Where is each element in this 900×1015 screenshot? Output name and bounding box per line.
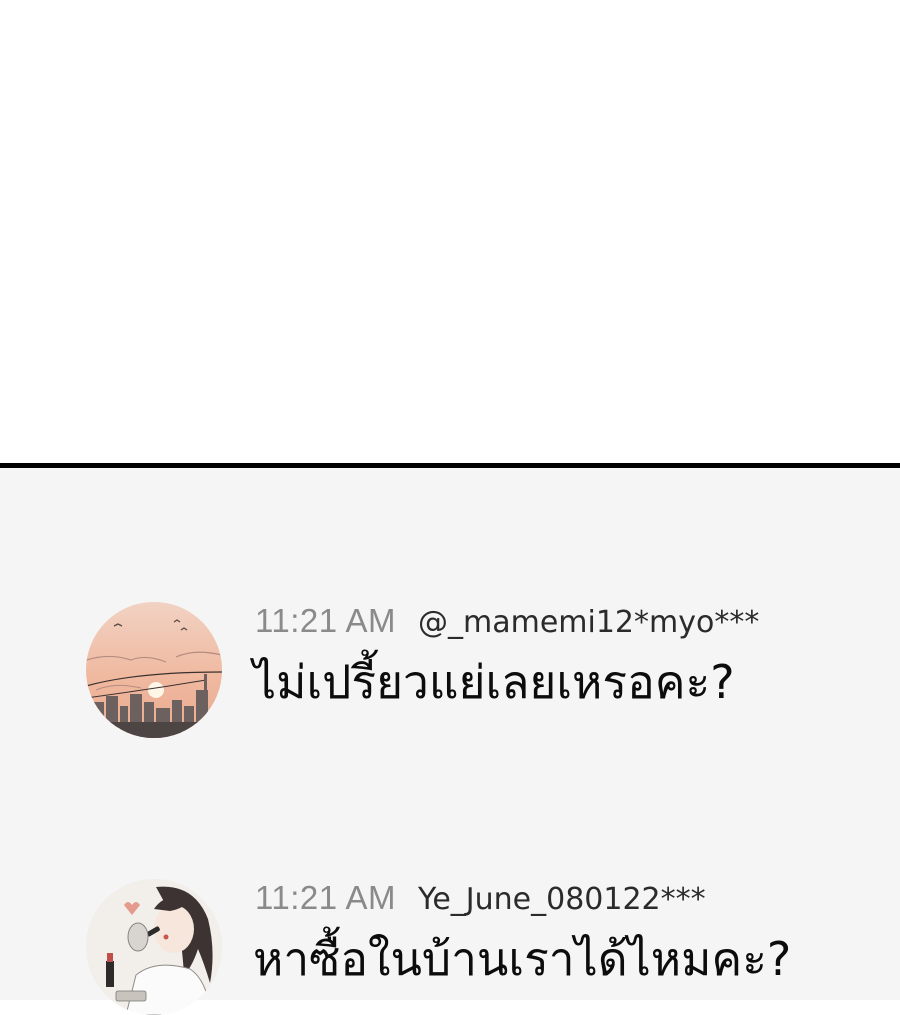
girl-lipstick-icon: [86, 879, 222, 1015]
message-text: หาซื้อในบ้านเราได้ไหมคะ?: [253, 932, 792, 986]
message-time: 11:21 AM: [255, 602, 396, 639]
message-time: 11:21 AM: [255, 879, 396, 916]
message-meta: 11:21 AM Ye_June_080122***: [255, 879, 706, 917]
blank-panel-area: [0, 0, 900, 463]
message-username[interactable]: Ye_June_080122***: [418, 882, 706, 917]
girl-lipstick-avatar[interactable]: [86, 879, 222, 1015]
chat-feed: 11:21 AM @_mamemi12*myo*** ไม่เปรี้ยวแย่เ…: [0, 468, 900, 1015]
sunset-city-icon: [86, 602, 222, 738]
message-text: ไม่เปรี้ยวแย่เลยเหรอคะ?: [253, 655, 735, 709]
message-meta: 11:21 AM @_mamemi12*myo***: [255, 602, 759, 640]
message-username[interactable]: @_mamemi12*myo***: [418, 605, 759, 640]
sunset-city-avatar[interactable]: [86, 602, 222, 738]
